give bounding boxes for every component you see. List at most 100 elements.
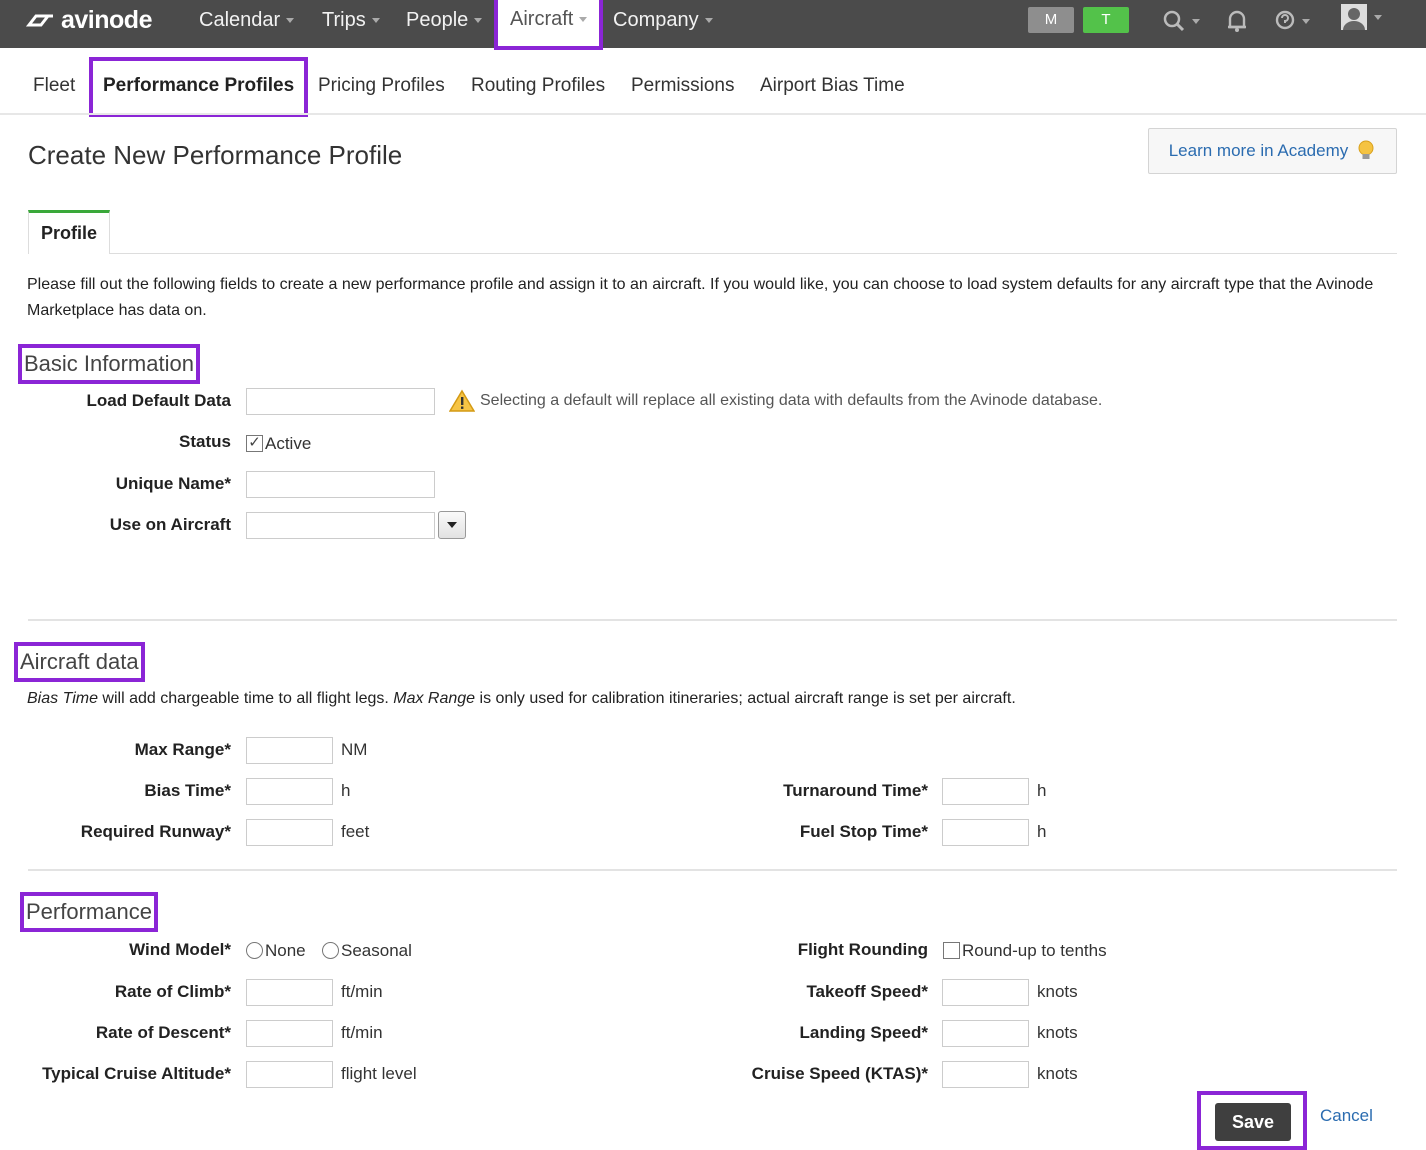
subtab-performance-profiles[interactable]: Performance Profiles [88, 57, 309, 117]
top-navigation-bar: avinode Calendar Trips People Aircraft C… [0, 0, 1426, 50]
cruise-altitude-input[interactable] [246, 1061, 333, 1088]
turnaround-time-input[interactable] [942, 778, 1029, 805]
subtab-fleet[interactable]: Fleet [33, 72, 75, 100]
note-end: is only used for calibration itineraries… [475, 690, 1016, 707]
performance-heading: Performance [20, 892, 158, 932]
tab-divider [110, 253, 1397, 254]
bias-time-input[interactable] [246, 778, 333, 805]
wind-model-none-radio[interactable] [246, 942, 263, 959]
brand-logo[interactable]: avinode [26, 4, 152, 36]
chevron-down-icon [1302, 18, 1310, 24]
nav-company-label: Company [613, 9, 699, 31]
chevron-down-icon [1374, 14, 1382, 20]
help-menu[interactable] [1274, 6, 1310, 36]
cruise-speed-input[interactable] [942, 1061, 1029, 1088]
status-active-label: Active [265, 434, 312, 453]
nav-aircraft-label: Aircraft [510, 8, 574, 30]
cruise-speed-label: Cruise Speed (KTAS)* [751, 1064, 928, 1083]
fuel-stop-time-label: Fuel Stop Time* [799, 822, 928, 841]
rate-of-climb-label: Rate of Climb* [114, 982, 231, 1001]
save-button[interactable]: Save [1215, 1103, 1291, 1141]
cancel-link[interactable]: Cancel [1320, 1106, 1373, 1126]
wind-model-none-label: None [265, 941, 306, 960]
bias-time-term: Bias Time [27, 690, 98, 707]
takeoff-speed-unit: knots [1037, 982, 1078, 1001]
search-menu[interactable] [1162, 6, 1200, 36]
aircraft-data-note: Bias Time will add chargeable time to al… [27, 690, 1016, 708]
bias-time-unit: h [341, 781, 351, 800]
unique-name-label: Unique Name* [115, 474, 231, 493]
learn-more-academy-button[interactable]: Learn more in Academy [1148, 128, 1397, 174]
nav-company[interactable]: Company [613, 0, 713, 40]
mode-badge-m[interactable]: M [1028, 7, 1074, 33]
unique-name-input[interactable] [246, 471, 435, 498]
chevron-down-icon [1192, 18, 1200, 24]
max-range-unit: NM [341, 740, 368, 759]
subtab-permissions[interactable]: Permissions [631, 72, 734, 100]
bias-time-label: Bias Time* [144, 781, 231, 800]
save-highlight: Save [1197, 1091, 1307, 1150]
user-menu[interactable] [1340, 2, 1382, 32]
tab-profile[interactable]: Profile [28, 210, 110, 254]
section-divider [28, 869, 1397, 871]
load-default-data-label: Load Default Data [86, 391, 231, 410]
mode-badge-t[interactable]: T [1083, 7, 1129, 33]
takeoff-speed-label: Takeoff Speed* [806, 982, 928, 1001]
flight-rounding-label: Flight Rounding [797, 940, 928, 959]
bell-icon [1228, 10, 1246, 32]
max-range-term: Max Range [393, 690, 476, 707]
cruise-altitude-label: Typical Cruise Altitude* [42, 1064, 231, 1083]
chevron-down-icon [579, 17, 588, 23]
load-default-data-input[interactable] [246, 388, 435, 415]
required-runway-input[interactable] [246, 819, 333, 846]
status-active-checkbox[interactable]: ✓ [246, 435, 263, 452]
rate-of-climb-input[interactable] [246, 979, 333, 1006]
cruise-speed-unit: knots [1037, 1064, 1078, 1083]
required-runway-label: Required Runway* [80, 822, 231, 841]
academy-button-label: Learn more in Academy [1168, 141, 1349, 160]
landing-speed-unit: knots [1037, 1023, 1078, 1042]
intro-text: Please fill out the following fields to … [27, 276, 1374, 319]
landing-speed-input[interactable] [942, 1020, 1029, 1047]
rate-of-climb-unit: ft/min [341, 982, 383, 1001]
chevron-down-icon [474, 18, 483, 24]
flight-rounding-checkbox[interactable] [943, 942, 960, 959]
max-range-input[interactable] [246, 737, 333, 764]
note-middle: will add chargeable time to all flight l… [97, 690, 394, 707]
nav-calendar-label: Calendar [199, 9, 281, 31]
search-icon [1163, 10, 1185, 32]
warning-icon [449, 389, 475, 412]
chevron-down-icon [286, 18, 295, 24]
subtab-airport-bias-time[interactable]: Airport Bias Time [760, 72, 905, 100]
chevron-down-icon [447, 522, 457, 528]
takeoff-speed-input[interactable] [942, 979, 1029, 1006]
use-on-aircraft-input[interactable] [246, 512, 435, 539]
status-label: Status [179, 432, 231, 451]
max-range-label: Max Range* [134, 740, 231, 759]
notifications-button[interactable] [1226, 6, 1248, 36]
nav-aircraft[interactable]: Aircraft [493, 0, 604, 50]
use-on-aircraft-dropdown-button[interactable] [438, 511, 466, 539]
basic-information-heading: Basic Information [18, 344, 200, 384]
nav-people[interactable]: People [406, 0, 483, 40]
nav-trips-label: Trips [322, 9, 366, 31]
cruise-altitude-unit: flight level [341, 1064, 417, 1083]
rate-of-descent-label: Rate of Descent* [95, 1023, 231, 1042]
avinode-logo-icon [26, 14, 53, 27]
user-avatar-icon [1341, 4, 1367, 30]
subnav-divider [0, 113, 1426, 115]
wind-model-label: Wind Model* [129, 940, 231, 959]
rate-of-descent-input[interactable] [246, 1020, 333, 1047]
chevron-down-icon [371, 18, 380, 24]
wind-model-seasonal-label: Seasonal [341, 941, 412, 960]
subtab-pricing-profiles[interactable]: Pricing Profiles [318, 72, 445, 100]
wind-model-seasonal-radio[interactable] [322, 942, 339, 959]
subtab-routing-profiles[interactable]: Routing Profiles [471, 72, 605, 100]
nav-trips[interactable]: Trips [322, 0, 380, 40]
nav-people-label: People [406, 9, 469, 31]
help-icon [1275, 10, 1295, 30]
default-warning-text: Selecting a default will replace all exi… [480, 392, 1103, 409]
nav-calendar[interactable]: Calendar [199, 0, 295, 40]
use-on-aircraft-label: Use on Aircraft [109, 515, 231, 534]
fuel-stop-time-input[interactable] [942, 819, 1029, 846]
